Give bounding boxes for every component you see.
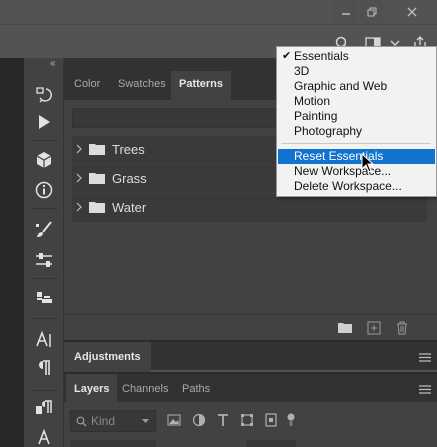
filter-toggle-icon[interactable]: [286, 413, 296, 427]
blend-opacity-row: [70, 440, 430, 447]
divider: [30, 278, 58, 279]
menu-item-label: Painting: [294, 109, 338, 123]
new-group-icon[interactable]: [338, 321, 352, 335]
history-brush-icon[interactable]: [34, 84, 54, 104]
layer-kind-label: Kind: [91, 414, 116, 428]
pattern-group-water[interactable]: Water: [72, 194, 427, 222]
chevron-right-icon[interactable]: [75, 173, 83, 183]
document-canvas[interactable]: [0, 58, 24, 447]
menu-item-label: Graphic and Web: [294, 79, 388, 93]
menu-item-3d[interactable]: 3D: [278, 64, 435, 79]
menu-item-label: Delete Workspace...: [294, 179, 402, 193]
menu-item-label: Essentials: [294, 49, 349, 63]
tab-paths[interactable]: Paths: [174, 374, 218, 404]
paragraph-icon[interactable]: [34, 358, 54, 378]
divider: [30, 208, 58, 209]
menu-item-label: New Workspace...: [294, 164, 392, 178]
tab-patterns[interactable]: Patterns: [171, 71, 232, 100]
title-bar: [0, 0, 437, 24]
tab-channels[interactable]: Channels: [114, 374, 176, 404]
3d-cube-icon[interactable]: [34, 150, 54, 170]
pattern-group-label: Grass: [112, 171, 147, 186]
smart-object-filter-icon[interactable]: [264, 413, 278, 427]
chevron-right-icon[interactable]: [75, 202, 83, 212]
character-icon[interactable]: [34, 330, 54, 350]
opacity-field[interactable]: [246, 440, 296, 447]
chevron-down-icon: [142, 419, 149, 423]
menu-item-label: Motion: [294, 94, 331, 108]
stamp-icon[interactable]: [34, 288, 54, 308]
pattern-group-label: Trees: [112, 142, 145, 157]
panel-menu-icon[interactable]: [419, 353, 431, 362]
tab-color[interactable]: Color: [66, 71, 108, 100]
menu-item-essentials[interactable]: ✔ Essentials: [278, 49, 435, 64]
play-icon[interactable]: [34, 112, 54, 132]
character-styles-icon[interactable]: [34, 426, 54, 446]
info-icon[interactable]: [34, 180, 54, 200]
minimize-icon: [342, 13, 350, 15]
patterns-panel-footer: [64, 314, 437, 342]
menu-item-label: 3D: [294, 64, 310, 78]
search-icon: [76, 416, 87, 427]
shape-filter-icon[interactable]: [240, 413, 254, 427]
adjustment-filter-icon[interactable]: [192, 413, 206, 427]
menu-item-motion[interactable]: Motion: [278, 94, 435, 109]
menu-item-label: Photography: [294, 124, 363, 138]
menu-item-graphic-and-web[interactable]: Graphic and Web: [278, 79, 435, 94]
divider: [30, 318, 58, 319]
chevron-right-icon[interactable]: [75, 144, 83, 154]
restore-button[interactable]: [359, 0, 383, 24]
minimize-button[interactable]: [333, 0, 357, 24]
layers-panel: Kind: [64, 402, 437, 447]
adjustments-panel-header: Adjustments: [64, 340, 437, 372]
layers-panel-header: Layers Channels Paths: [64, 372, 437, 404]
paragraph-styles-icon[interactable]: [34, 398, 54, 418]
tool-panel: «: [24, 58, 64, 447]
close-icon: [407, 7, 417, 17]
collapse-icon[interactable]: «: [50, 59, 60, 69]
layer-kind-filter-select[interactable]: Kind: [70, 410, 156, 432]
tab-adjustments[interactable]: Adjustments: [64, 342, 151, 372]
menu-item-new-workspace[interactable]: New Workspace...: [278, 164, 435, 179]
panel-menu-icon[interactable]: [419, 385, 431, 394]
workspace-menu: ✔ Essentials 3D Graphic and Web Motion P…: [276, 46, 437, 197]
folder-icon: [89, 144, 105, 155]
new-pattern-icon[interactable]: [367, 321, 381, 335]
menu-item-photography[interactable]: Photography: [278, 124, 435, 139]
type-filter-icon[interactable]: [216, 413, 230, 427]
folder-icon: [89, 173, 105, 184]
divider: [30, 140, 58, 141]
pattern-group-label: Water: [112, 200, 147, 215]
brush-settings-icon[interactable]: [34, 220, 54, 240]
menu-item-delete-workspace[interactable]: Delete Workspace...: [278, 179, 435, 194]
menu-item-painting[interactable]: Painting: [278, 109, 435, 124]
tab-swatches[interactable]: Swatches: [110, 71, 174, 100]
close-button[interactable]: [385, 0, 437, 24]
tab-layers[interactable]: Layers: [66, 374, 118, 404]
image-filter-icon[interactable]: [167, 413, 181, 427]
menu-separator: [281, 143, 431, 144]
sliders-icon[interactable]: [34, 250, 54, 270]
divider: [30, 390, 58, 391]
checkmark-icon: ✔: [282, 50, 292, 62]
delete-icon[interactable]: [395, 321, 409, 335]
folder-icon: [89, 202, 105, 213]
menu-item-reset-essentials[interactable]: Reset Essentials: [278, 149, 435, 164]
blend-mode-select[interactable]: [70, 440, 156, 447]
restore-icon: [367, 7, 377, 17]
mouse-cursor-icon: [361, 153, 375, 173]
